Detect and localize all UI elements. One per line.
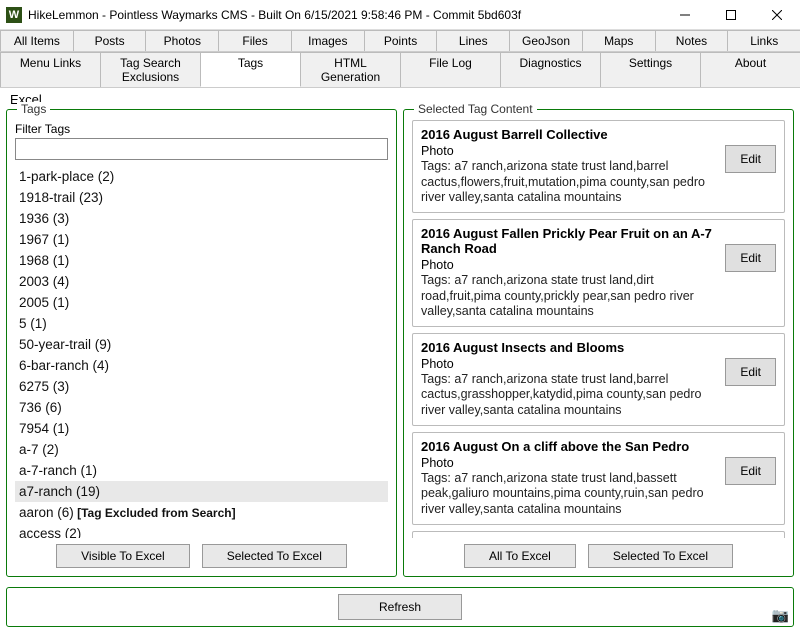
tag-item[interactable]: 2003 (4) xyxy=(15,271,388,292)
content-card[interactable]: 2016 August On a cliff above the San Ped… xyxy=(412,432,785,525)
tag-item[interactable]: a-7 (2) xyxy=(15,439,388,460)
tag-item[interactable]: access (2) xyxy=(15,523,388,538)
tab-all-items[interactable]: All Items xyxy=(0,30,74,51)
tag-list[interactable]: 1-park-place (2)1918-trail (23)1936 (3)1… xyxy=(15,166,388,538)
tags-panel-legend: Tags xyxy=(17,102,50,116)
edit-button[interactable]: Edit xyxy=(725,358,776,386)
content-tags: Tags: a7 ranch,arizona state trust land,… xyxy=(421,159,719,206)
tag-item[interactable]: 2005 (1) xyxy=(15,292,388,313)
content-card[interactable]: 2016 August Insects and Blooms PhotoTags:… xyxy=(412,333,785,426)
tab-menu-links[interactable]: Menu Links xyxy=(0,52,101,87)
tab-points[interactable]: Points xyxy=(364,30,438,51)
content-title: 2016 August Barrell Collective xyxy=(421,127,719,142)
filter-tags-label: Filter Tags xyxy=(15,122,388,136)
tag-item[interactable]: 1967 (1) xyxy=(15,229,388,250)
main-area: Tags Filter Tags 1-park-place (2)1918-tr… xyxy=(0,109,800,583)
tab-html-generation[interactable]: HTML Generation xyxy=(300,52,401,87)
content-type: Photo xyxy=(421,456,719,470)
content-panel-footer: All To Excel Selected To Excel xyxy=(412,538,785,568)
content-card[interactable]: 2016 August RattlerPhotoTags: a7 ranch,a… xyxy=(412,531,785,539)
tab-row-2: Menu LinksTag Search ExclusionsTagsHTML … xyxy=(0,52,800,88)
content-panel-legend: Selected Tag Content xyxy=(414,102,537,116)
tab-diagnostics[interactable]: Diagnostics xyxy=(500,52,601,87)
selected-to-excel-button[interactable]: Selected To Excel xyxy=(202,544,347,568)
window-title: HikeLemmon - Pointless Waymarks CMS - Bu… xyxy=(28,8,662,22)
filter-tags-input[interactable] xyxy=(15,138,388,160)
tab-posts[interactable]: Posts xyxy=(73,30,147,51)
tab-links[interactable]: Links xyxy=(727,30,800,51)
tag-item[interactable]: 1936 (3) xyxy=(15,208,388,229)
excel-label[interactable]: Excel xyxy=(0,88,800,109)
refresh-wrap: Refresh 📷 xyxy=(6,587,794,627)
tag-item[interactable]: 5 (1) xyxy=(15,313,388,334)
close-button[interactable] xyxy=(754,0,800,30)
tab-tag-search-exclusions[interactable]: Tag Search Exclusions xyxy=(100,52,201,87)
camera-icon[interactable]: 📷 xyxy=(772,607,789,624)
edit-button[interactable]: Edit xyxy=(725,145,776,173)
tag-item[interactable]: 50-year-trail (9) xyxy=(15,334,388,355)
visible-to-excel-button[interactable]: Visible To Excel xyxy=(56,544,190,568)
content-title: 2016 August Fallen Prickly Pear Fruit on… xyxy=(421,226,719,256)
tag-exclusion-badge: [Tag Excluded from Search] xyxy=(74,506,236,520)
tag-item[interactable]: 1918-trail (23) xyxy=(15,187,388,208)
tag-item[interactable]: 1-park-place (2) xyxy=(15,166,388,187)
tab-geojson[interactable]: GeoJson xyxy=(509,30,583,51)
tags-panel: Tags Filter Tags 1-park-place (2)1918-tr… xyxy=(6,109,397,577)
tab-lines[interactable]: Lines xyxy=(436,30,510,51)
content-title: 2016 August On a cliff above the San Ped… xyxy=(421,439,719,454)
content-type: Photo xyxy=(421,144,719,158)
maximize-button[interactable] xyxy=(708,0,754,30)
selected-tag-content-panel: Selected Tag Content 2016 August Barrell… xyxy=(403,109,794,577)
refresh-row: Refresh 📷 xyxy=(0,583,800,633)
tag-item[interactable]: 1968 (1) xyxy=(15,250,388,271)
tag-item[interactable]: a7-ranch (19) xyxy=(15,481,388,502)
content-title: 2016 August Insects and Blooms xyxy=(421,340,719,355)
tab-files[interactable]: Files xyxy=(218,30,292,51)
content-tags: Tags: a7 ranch,arizona state trust land,… xyxy=(421,273,719,320)
tab-notes[interactable]: Notes xyxy=(655,30,729,51)
tags-panel-footer: Visible To Excel Selected To Excel xyxy=(15,538,388,568)
edit-button[interactable]: Edit xyxy=(725,244,776,272)
window-controls xyxy=(662,0,800,30)
tab-file-log[interactable]: File Log xyxy=(400,52,501,87)
minimize-button[interactable] xyxy=(662,0,708,30)
titlebar: W HikeLemmon - Pointless Waymarks CMS - … xyxy=(0,0,800,30)
tag-item[interactable]: aaron (6) [Tag Excluded from Search] xyxy=(15,502,388,523)
tab-row-1: All ItemsPostsPhotosFilesImagesPointsLin… xyxy=(0,30,800,52)
content-tags: Tags: a7 ranch,arizona state trust land,… xyxy=(421,372,719,419)
tag-item[interactable]: 6275 (3) xyxy=(15,376,388,397)
all-to-excel-button[interactable]: All To Excel xyxy=(464,544,576,568)
content-selected-to-excel-button[interactable]: Selected To Excel xyxy=(588,544,733,568)
content-type: Photo xyxy=(421,258,719,272)
tag-item[interactable]: 7954 (1) xyxy=(15,418,388,439)
app-icon: W xyxy=(6,7,22,23)
content-card[interactable]: 2016 August Fallen Prickly Pear Fruit on… xyxy=(412,219,785,327)
tag-item[interactable]: a-7-ranch (1) xyxy=(15,460,388,481)
tab-photos[interactable]: Photos xyxy=(145,30,219,51)
edit-button[interactable]: Edit xyxy=(725,457,776,485)
tab-tags[interactable]: Tags xyxy=(200,52,301,87)
content-list[interactable]: 2016 August Barrell CollectivePhotoTags:… xyxy=(412,120,785,538)
tab-images[interactable]: Images xyxy=(291,30,365,51)
tab-maps[interactable]: Maps xyxy=(582,30,656,51)
tag-item[interactable]: 736 (6) xyxy=(15,397,388,418)
tag-item[interactable]: 6-bar-ranch (4) xyxy=(15,355,388,376)
content-card[interactable]: 2016 August Barrell Collective PhotoTags:… xyxy=(412,120,785,213)
content-type: Photo xyxy=(421,357,719,371)
content-tags: Tags: a7 ranch,arizona state trust land,… xyxy=(421,471,719,518)
tab-settings[interactable]: Settings xyxy=(600,52,701,87)
tab-about[interactable]: About xyxy=(700,52,800,87)
